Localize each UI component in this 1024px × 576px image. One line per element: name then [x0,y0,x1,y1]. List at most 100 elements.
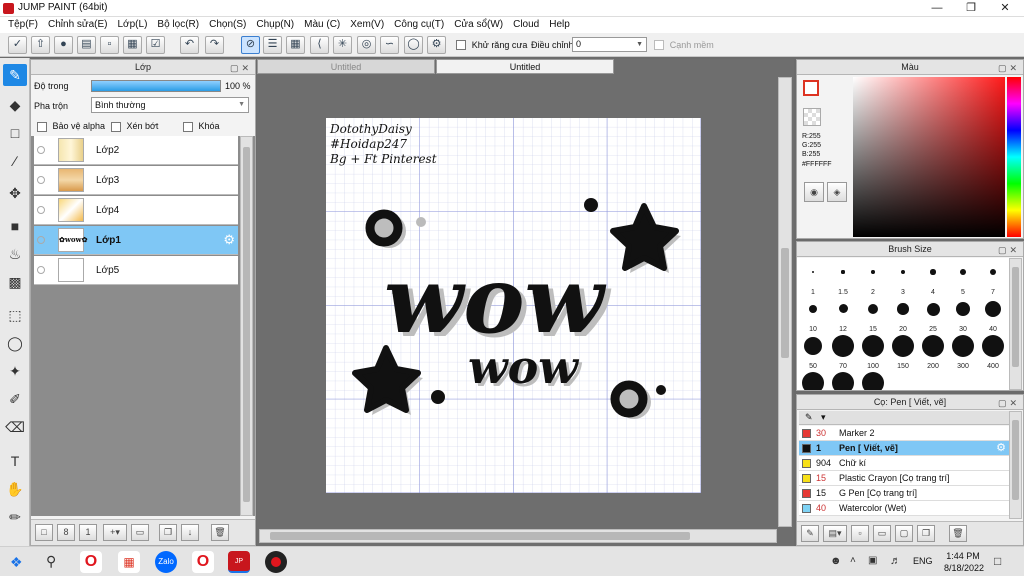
hand-tool-icon[interactable]: ✋ [3,478,27,500]
move-tool-icon[interactable]: ✥ [3,182,27,204]
subtool-row[interactable]: 15 Plastic Crayon [Cọ trang trí] [799,471,1009,486]
minimize-icon[interactable]: — [920,0,954,17]
protect-alpha-checkbox[interactable] [37,121,47,132]
panel-buttons-icon[interactable]: ▢✕ [998,396,1020,410]
brush-size-option[interactable]: 300 [948,334,978,370]
gradient-tool-icon[interactable]: ▩ [3,271,27,293]
grid-ruler-icon[interactable]: ▦ [286,36,305,54]
language-indicator[interactable]: ENG [913,556,933,566]
subtool-row[interactable]: 15 G Pen [Cọ trang trí] [799,486,1009,501]
subtool-row[interactable]: 40 Watercolor (Wet) [799,501,1009,516]
scroll-thumb[interactable] [1012,420,1019,500]
canvas-vertical-scrollbar[interactable] [778,77,792,527]
checklist-icon[interactable]: ☑ [146,36,165,54]
subtool-export-icon[interactable]: ▫ [851,525,869,542]
brush-size-option[interactable]: 12 [828,297,858,333]
brush-size-option[interactable]: 25 [918,297,948,333]
brush-size-option[interactable]: 15 [858,297,888,333]
document-tab[interactable]: Untitled [257,59,435,74]
palette-edit-icon[interactable]: ◈ [827,182,847,202]
people-icon[interactable]: ☻ [830,555,842,567]
settings-gear-icon[interactable]: ⚙ [427,36,446,54]
new-layer-icon[interactable]: □ [35,524,53,541]
visibility-icon[interactable] [37,206,45,214]
visibility-icon[interactable] [37,266,45,274]
menu-file[interactable]: Tệp(F) [4,17,44,33]
brush-size-option[interactable]: 150 [888,334,918,370]
brush-scrollbar[interactable] [1009,258,1022,390]
redo-icon[interactable]: ↷ [205,36,224,54]
select-eraser-tool-icon[interactable]: ⌫ [3,416,27,438]
menu-layer[interactable]: Lớp(L) [114,17,154,33]
brush-size-option[interactable]: 200 [918,334,948,370]
subtool-brush-icon[interactable]: ✎ [801,525,819,542]
brush-size-option[interactable]: 1 [798,260,828,296]
clip-checkbox[interactable] [111,121,121,132]
radial-ruler-icon[interactable]: ✳ [333,36,352,54]
volume-icon[interactable]: ♬ [890,555,901,567]
line-tool-icon[interactable]: ∕ [3,150,27,172]
scroll-thumb[interactable] [781,248,789,358]
clock[interactable]: 1:44 PM 8/18/2022 [944,551,984,573]
blend-select[interactable]: Bình thường ▼ [91,97,249,113]
brush-size-option[interactable] [858,371,888,390]
text-tool-icon[interactable]: T [3,450,27,472]
subtool-scrollbar[interactable] [1009,411,1022,519]
clip-option[interactable]: Xén bớt [111,121,158,132]
brush-size-option[interactable]: 1.5 [828,260,858,296]
brush-size-option[interactable]: 5 [948,260,978,296]
windows-start-icon[interactable]: ❖ [10,554,26,570]
brush-size-option[interactable]: 50 [798,334,828,370]
layer-row[interactable]: Lớp5 [34,256,238,285]
jump-paint-taskbar-icon[interactable]: JP [228,551,250,573]
visibility-icon[interactable] [37,236,45,244]
document-tab-active[interactable]: Untitled [436,59,614,74]
eraser-tool-icon[interactable]: ◆ [3,94,27,116]
cloud-icon[interactable]: ✓ [8,36,27,54]
shape-ruler-icon[interactable]: ◯ [404,36,423,54]
menu-window[interactable]: Cửa sổ(W) [450,17,509,33]
parallel-ruler-icon[interactable]: ☰ [263,36,282,54]
brush-tool-icon[interactable]: ✎ [3,64,27,86]
app-grid-icon[interactable]: ▦ [118,551,140,573]
brush-size-option[interactable]: 20 [888,297,918,333]
copy-layer-icon[interactable]: ❐ [159,524,177,541]
fill-rect-tool-icon[interactable]: ■ [3,215,27,237]
close-icon[interactable]: ✕ [988,0,1022,17]
menu-select[interactable]: Chọn(S) [205,17,252,33]
new-8bit-layer-icon[interactable]: 8 [57,524,75,541]
menu-tools[interactable]: Công cụ(T) [390,17,450,33]
bucket-tool-icon[interactable]: ♨ [3,243,27,265]
opera-browser-icon[interactable]: O [80,551,102,573]
opacity-slider[interactable] [91,80,221,92]
menu-capture[interactable]: Chụp(N) [252,17,300,33]
layer-row[interactable]: ✿wow✿ Lớp1 ⚙ [34,226,238,255]
record-icon[interactable] [265,551,287,573]
concentric-ruler-icon[interactable]: ◎ [357,36,376,54]
panel-buttons-icon[interactable]: ▢✕ [998,61,1020,75]
export-icon[interactable]: ⇧ [31,36,50,54]
brush-size-option[interactable]: 3 [888,260,918,296]
select-pen-tool-icon[interactable]: ✐ [3,388,27,410]
network-icon[interactable]: ▣ [868,555,877,566]
notifications-icon[interactable]: □ [994,554,1001,568]
magic-wand-tool-icon[interactable]: ✦ [3,360,27,382]
visibility-icon[interactable] [37,146,45,154]
show-hidden-icon[interactable]: ˄ [850,555,856,566]
brush-size-option[interactable]: 400 [978,334,1008,370]
adjust-select[interactable]: 0 ▼ [572,37,647,52]
foreground-color-swatch[interactable] [803,80,819,96]
add-layer-menu-icon[interactable]: +▾ [103,524,127,541]
zalo-icon[interactable]: Zalo [155,551,177,573]
rectangle-tool-icon[interactable]: □ [3,122,27,144]
search-icon[interactable]: ⚲ [46,553,56,570]
transparent-color-swatch[interactable] [803,108,821,126]
subtool-import-icon[interactable]: ▭ [873,525,891,542]
drawing-canvas[interactable]: DotothyDaisy #Hoidap247 Bg + Ft Pinteres… [326,118,701,493]
hue-slider[interactable] [1007,77,1021,237]
maximize-icon[interactable]: ❐ [954,0,988,17]
subtool-folder-icon[interactable]: ▢ [895,525,913,542]
brush-size-option[interactable] [798,371,828,390]
brush-size-option[interactable]: 4 [918,260,948,296]
canvas-horizontal-scrollbar[interactable] [259,529,777,543]
